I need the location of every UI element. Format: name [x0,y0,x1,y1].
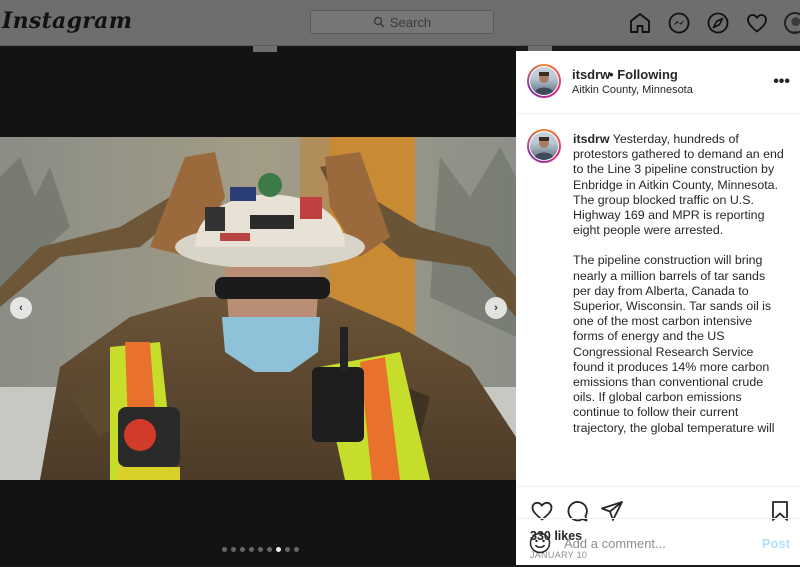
carousel-dot [231,547,236,552]
carousel-dot [267,547,272,552]
post-location[interactable]: Aitkin County, Minnesota [572,84,693,96]
carousel-dot [258,547,263,552]
chevron-right-icon: › [494,302,498,314]
post-side-panel: itsdrw • Following Aitkin County, Minnes… [516,51,800,565]
post-comment-button[interactable]: Post [762,536,790,551]
caption-username[interactable]: itsdrw [573,132,610,146]
search-box[interactable]: Search [310,10,494,34]
emoji-icon[interactable] [529,532,551,554]
profile-avatar[interactable] [784,12,800,34]
comment-input[interactable]: Add a comment... [564,536,666,551]
search-placeholder: Search [389,14,432,30]
post-photo[interactable] [0,137,516,480]
chevron-left-icon: ‹ [19,302,23,314]
worker-photo-illustration [0,137,516,480]
caption-paragraph-1: Yesterday, hundreds of protestors gather… [573,132,784,238]
carousel-dot [249,547,254,552]
more-options-icon[interactable]: ••• [773,73,790,91]
heart-icon[interactable] [745,11,769,35]
following-label: Following [617,67,678,82]
top-navigation-bar: Instagram Search [0,0,800,46]
explore-icon[interactable] [706,11,730,35]
carousel-next-button[interactable]: › [485,297,507,319]
user-silhouette-icon [790,17,800,32]
caption-scroll-area[interactable]: itsdrw Yesterday, hundreds of protestors… [516,115,800,487]
carousel-dots [222,547,299,552]
messenger-icon[interactable] [667,11,691,35]
carousel-dot [240,547,245,552]
carousel-dot [285,547,290,552]
separator-dot: • [609,67,614,82]
avatar-image [530,132,558,160]
carousel-dot [294,547,299,552]
story-ring-avatar[interactable] [527,64,561,98]
caption-text: itsdrw Yesterday, hundreds of protestors… [573,132,785,451]
backdrop-notch [253,46,277,52]
post-username[interactable]: itsdrw [572,67,610,82]
post-header: itsdrw • Following Aitkin County, Minnes… [516,51,800,114]
carousel-dot [276,547,281,552]
home-icon[interactable] [628,11,652,35]
carousel-dot [222,547,227,552]
avatar-image [530,67,558,95]
caption-paragraph-2: The pipeline construction will bring nea… [573,253,775,435]
comment-bar: Add a comment... Post [516,518,800,565]
follow-status[interactable]: • Following [609,67,678,82]
carousel-prev-button[interactable]: ‹ [10,297,32,319]
search-icon [373,16,385,28]
instagram-logo[interactable]: Instagram [2,8,132,34]
caption-avatar[interactable] [527,129,561,163]
